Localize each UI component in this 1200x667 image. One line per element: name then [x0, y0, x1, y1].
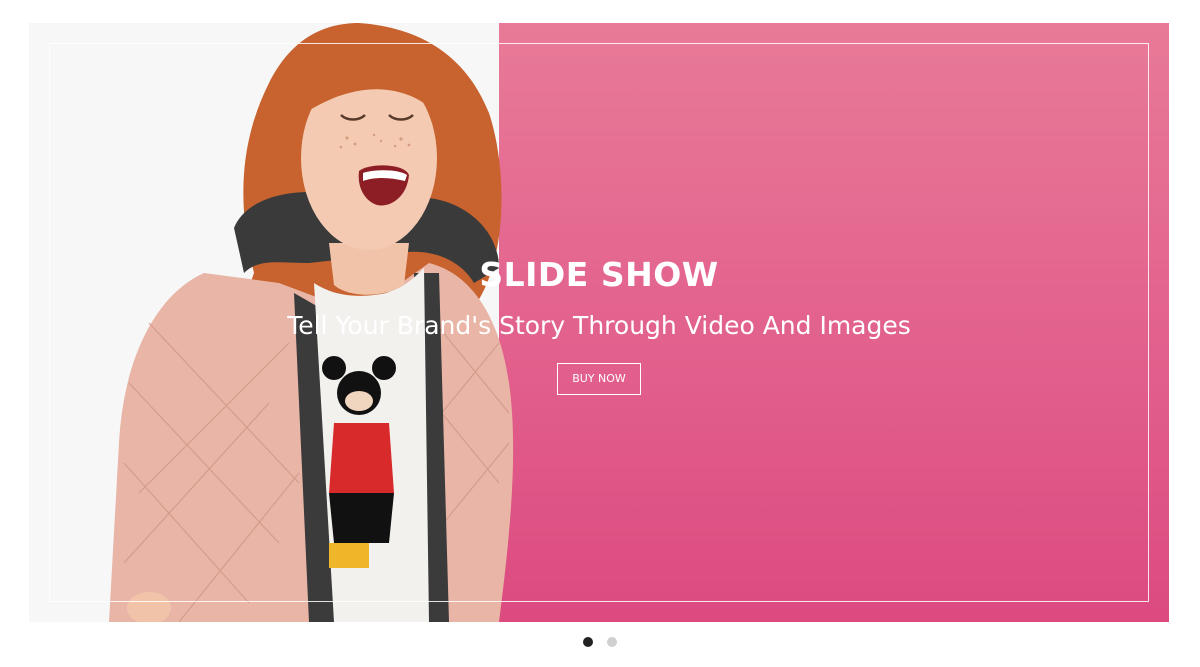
slide-subtitle: Tell Your Brand's Story Through Video An… — [287, 311, 911, 340]
slide-caption: SLIDE SHOW Tell Your Brand's Story Throu… — [29, 253, 1169, 395]
hero-slideshow: SLIDE SHOW Tell Your Brand's Story Throu… — [29, 23, 1169, 622]
slideshow-pagination — [0, 637, 1200, 647]
buy-now-button[interactable]: BUY NOW — [557, 363, 641, 395]
slide-title: SLIDE SHOW — [479, 255, 719, 294]
slide-dot-1[interactable] — [583, 637, 593, 647]
slide-dot-2[interactable] — [607, 637, 617, 647]
